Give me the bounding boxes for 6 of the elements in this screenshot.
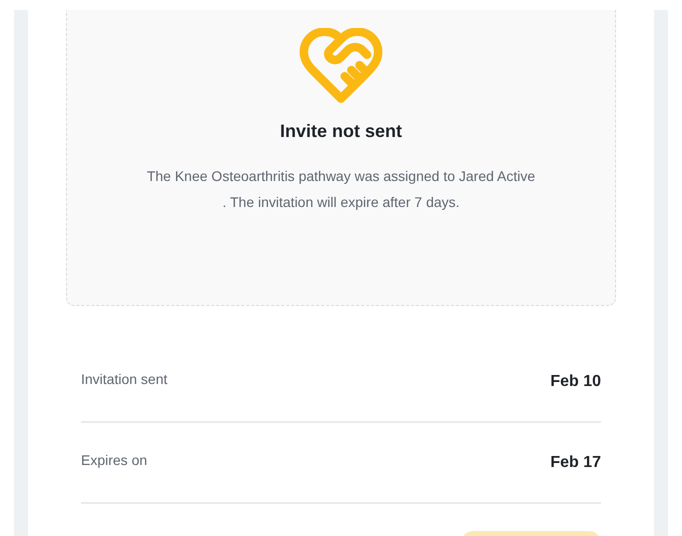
detail-value: Feb 10	[550, 372, 601, 392]
detail-value: Feb 17	[550, 452, 601, 472]
detail-label: Invitation sent	[81, 370, 168, 389]
invite-message: The Knee Osteoarthritis pathway was assigned to Jared Active . The invitation will expire after 7 days.	[146, 167, 536, 212]
invite-title: Invite not sent	[280, 120, 402, 143]
detail-label: Expires on	[81, 451, 148, 470]
